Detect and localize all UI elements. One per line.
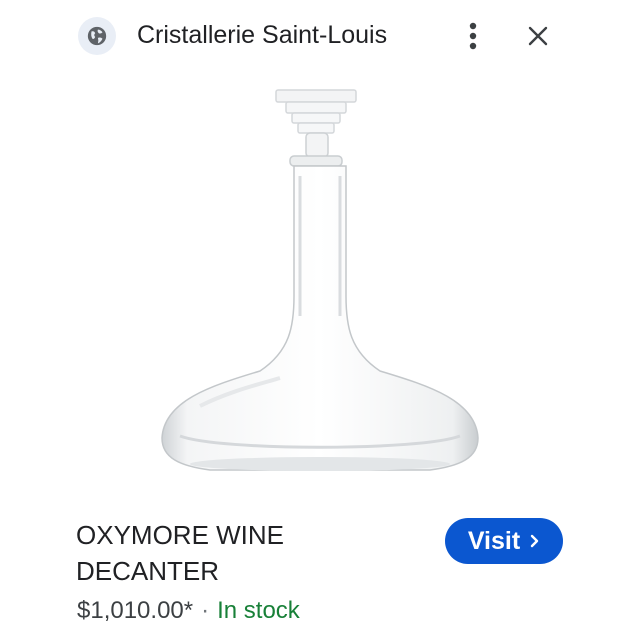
close-icon <box>528 26 548 46</box>
close-button[interactable] <box>520 18 556 54</box>
decanter-image[interactable] <box>140 86 500 506</box>
product-price: $1,010.00* <box>77 597 194 624</box>
price-availability-row: $1,010.00* · In stock <box>77 596 300 626</box>
site-favicon <box>78 17 116 55</box>
site-name[interactable]: Cristallerie Saint-Louis <box>137 20 387 50</box>
product-title: OXYMORE WINE DECANTER <box>76 520 285 586</box>
more-vertical-icon <box>469 22 477 50</box>
globe-icon <box>87 26 107 46</box>
stock-status: In stock <box>217 597 300 624</box>
visit-button[interactable]: Visit <box>445 518 563 564</box>
header-bar: Cristallerie Saint-Louis <box>0 0 640 72</box>
more-options-button[interactable] <box>458 16 488 56</box>
chevron-right-icon <box>530 534 540 548</box>
separator-dot: · <box>201 597 210 624</box>
visit-button-label: Visit <box>467 526 521 555</box>
